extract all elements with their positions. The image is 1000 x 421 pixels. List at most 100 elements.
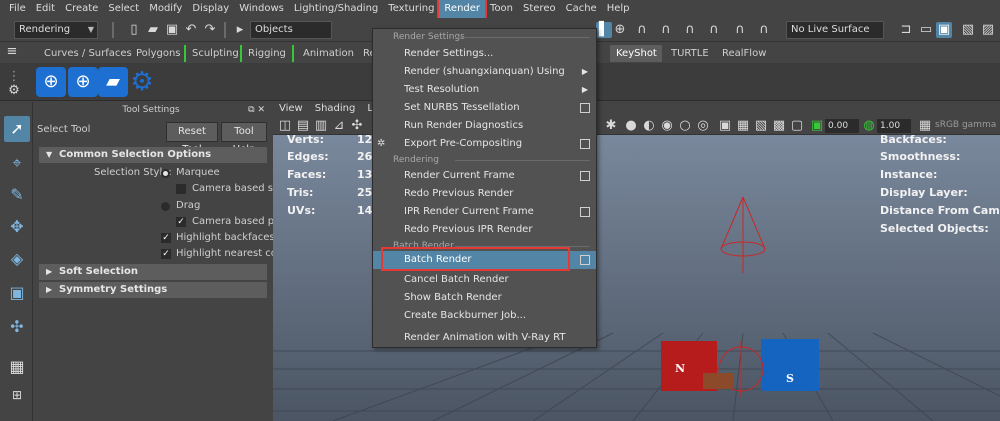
new-scene-icon[interactable]: ▯ <box>126 22 142 38</box>
menu-item-create-backburner[interactable]: Create Backburner Job... <box>373 307 596 325</box>
open-folder-icon[interactable]: ▰ <box>145 22 161 38</box>
gear-icon[interactable]: ⚙ <box>6 83 22 99</box>
tab-turtle[interactable]: TURTLE <box>665 45 715 62</box>
drag-radio[interactable] <box>161 202 170 211</box>
input-output-icon[interactable]: ⊐ <box>898 22 914 38</box>
section-symmetry-settings[interactable]: ▶ Symmetry Settings <box>39 282 267 298</box>
camera-select-icon[interactable]: ◫ <box>277 118 293 134</box>
tool-help-button[interactable]: Tool Help <box>221 122 267 155</box>
selection-mask-dropdown[interactable]: Objects <box>250 21 332 39</box>
move-tool-icon[interactable]: ✥ <box>4 214 30 240</box>
menu-item-show-batch[interactable]: Show Batch Render <box>373 289 596 307</box>
option-box-icon[interactable] <box>580 255 590 265</box>
snap-grid-icon[interactable]: ⊕ <box>612 22 628 38</box>
menu-item-run-diagnostics[interactable]: Run Render Diagnostics <box>373 117 596 135</box>
snap-toggle-icon[interactable]: ▌ <box>596 22 612 38</box>
camera-based-pai-checkbox[interactable]: ✓ <box>176 217 186 227</box>
tab-polygons[interactable]: Polygons <box>130 45 187 62</box>
color-management-icon[interactable]: ▦ <box>917 118 933 134</box>
option-box-icon[interactable] <box>580 139 590 149</box>
isolate-icon[interactable]: ▦ <box>735 118 751 134</box>
menu-item-redo-previous[interactable]: Redo Previous Render <box>373 185 596 203</box>
reset-tool-button[interactable]: Reset Tool <box>166 122 218 155</box>
snap-curve-icon[interactable]: ∩ <box>658 22 674 38</box>
gamma-field[interactable]: 1.00 <box>877 119 911 133</box>
menu-stereo[interactable]: Stereo <box>518 0 561 18</box>
layout-quad-icon[interactable]: ⊞ <box>4 382 30 408</box>
marquee-radio[interactable] <box>161 169 170 178</box>
menu-toon[interactable]: Toon <box>485 0 518 18</box>
chevron-right-icon[interactable]: ▸ <box>232 22 248 38</box>
float-panel-icon[interactable]: ⧉ <box>248 105 254 115</box>
scale-tool-icon[interactable]: ▣ <box>4 280 30 306</box>
menu-create[interactable]: Create <box>60 0 103 18</box>
option-box-icon[interactable] <box>580 171 590 181</box>
bookmark-icon[interactable]: ▥ <box>313 118 329 134</box>
camera-attr-icon[interactable]: ▤ <box>295 118 311 134</box>
close-icon[interactable]: ✕ <box>257 105 265 115</box>
redo-icon[interactable]: ↷ <box>202 22 218 38</box>
ambient-occlusion-icon[interactable]: ◎ <box>695 118 711 134</box>
render-view-icon[interactable]: ▣ <box>936 22 952 38</box>
tab-animation[interactable]: Animation <box>297 45 360 62</box>
keyshot-folder-icon[interactable]: ▰ <box>98 67 128 97</box>
snap-view-icon[interactable]: ∩ <box>706 22 722 38</box>
menu-item-render-using[interactable]: Render (shuangxianquan) Using ▶ <box>373 63 596 81</box>
keyshot-add-icon[interactable]: ⊕ <box>68 67 98 97</box>
menu-modify[interactable]: Modify <box>144 0 187 18</box>
tab-keyshot[interactable]: KeyShot <box>610 45 662 62</box>
tab-rigging[interactable]: Rigging <box>240 45 294 62</box>
image-plane-icon[interactable]: ⊿ <box>331 118 347 134</box>
grid-toggle-icon[interactable]: ✣ <box>349 118 365 134</box>
tab-curves-surfaces[interactable]: Curves / Surfaces <box>38 45 138 62</box>
rotate-tool-icon[interactable]: ◈ <box>4 246 30 272</box>
keyshot-settings-gear-icon[interactable]: ⚙ <box>127 67 157 97</box>
xray-icon[interactable]: ▣ <box>717 118 733 134</box>
tab-sculpting[interactable]: Sculpting <box>184 45 245 62</box>
layout-single-icon[interactable]: ▦ <box>4 354 30 380</box>
tab-realflow[interactable]: RealFlow <box>716 45 772 62</box>
exposure-icon[interactable]: ▣ <box>809 118 825 134</box>
menu-texturing[interactable]: Texturing <box>383 0 439 18</box>
xray-joints-icon[interactable]: ▧ <box>753 118 769 134</box>
menu-item-cancel-batch[interactable]: Cancel Batch Render <box>373 271 596 289</box>
menu-item-ipr-render[interactable]: IPR Render Current Frame <box>373 203 596 221</box>
camera-based-sel-checkbox[interactable] <box>176 184 186 194</box>
snap-surface-icon[interactable]: ∩ <box>756 22 772 38</box>
menu-item-render-vray[interactable]: Render Animation with V-Ray RT <box>373 329 596 347</box>
option-box-icon[interactable] <box>580 207 590 217</box>
menu-item-render-current-frame[interactable]: Render Current Frame <box>373 167 596 185</box>
textured-icon[interactable]: ◐ <box>641 118 657 134</box>
magnet-icon[interactable]: ∩ <box>634 22 650 38</box>
menu-edit[interactable]: Edit <box>31 0 60 18</box>
menu-display[interactable]: Display <box>187 0 234 18</box>
menu-select[interactable]: Select <box>103 0 144 18</box>
menu-item-render-settings[interactable]: Render Settings... <box>373 45 596 63</box>
highlight-nearest-checkbox[interactable]: ✓ <box>161 249 171 259</box>
menu-windows[interactable]: Windows <box>234 0 289 18</box>
lights-icon[interactable]: ◉ <box>659 118 675 134</box>
ipr-render-icon[interactable]: ▨ <box>980 22 996 38</box>
snap-live-icon[interactable]: ∩ <box>732 22 748 38</box>
section-common-selection[interactable]: ▼ Common Selection Options <box>39 147 267 163</box>
menu-render[interactable]: Render <box>437 0 488 20</box>
gamma-icon[interactable]: ◍ <box>861 118 877 134</box>
menu-lighting-shading[interactable]: Lighting/Shading <box>289 0 383 18</box>
wireframe-icon[interactable]: ✱ <box>603 118 619 134</box>
snap-point-icon[interactable]: ∩ <box>682 22 698 38</box>
menu-item-test-resolution[interactable]: Test Resolution ▶ <box>373 81 596 99</box>
select-tool-icon[interactable]: ➚ <box>4 116 30 142</box>
menu-file[interactable]: File <box>4 0 31 18</box>
live-surface-field[interactable]: No Live Surface <box>786 21 884 39</box>
menu-item-set-nurbs[interactable]: Set NURBS Tessellation <box>373 99 596 117</box>
render-frame-icon[interactable]: ▧ <box>960 22 976 38</box>
menu-cache[interactable]: Cache <box>561 0 602 18</box>
section-soft-selection[interactable]: ▶ Soft Selection <box>39 264 267 280</box>
resolution-gate-icon[interactable]: ▢ <box>789 118 805 134</box>
paint-select-icon[interactable]: ✎ <box>4 182 30 208</box>
smooth-shade-icon[interactable]: ● <box>623 118 639 134</box>
lasso-tool-icon[interactable]: ⌖ <box>4 150 30 176</box>
keyshot-render-icon[interactable]: ⊕ <box>36 67 66 97</box>
menu-help[interactable]: Help <box>602 0 635 18</box>
menu-item-export-precomp[interactable]: ✲ Export Pre-Compositing <box>373 135 596 153</box>
